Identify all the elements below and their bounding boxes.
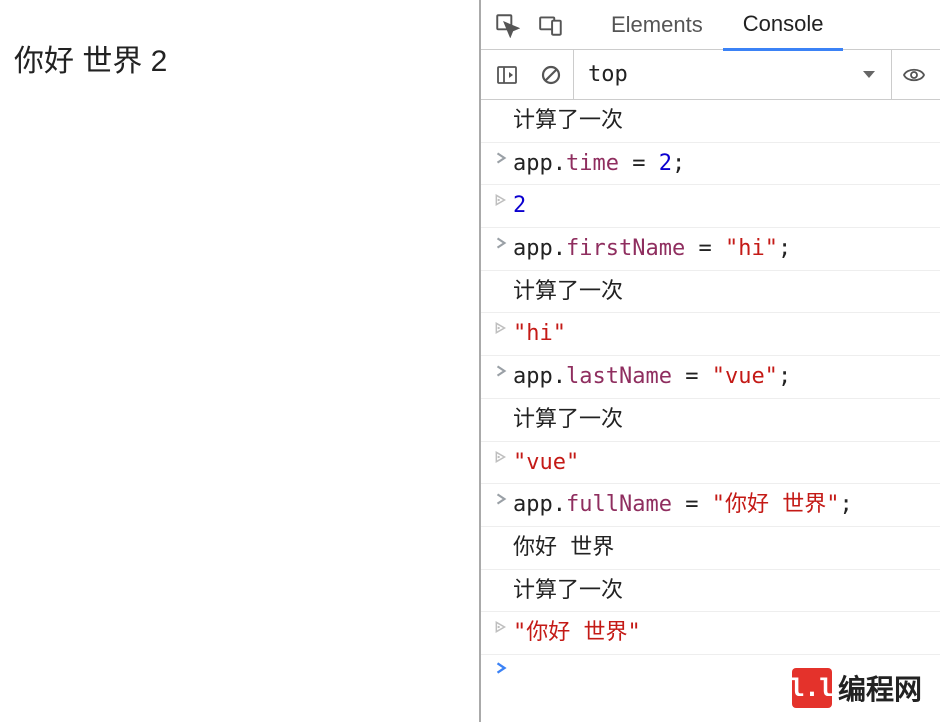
log-gutter [489, 106, 513, 108]
input-content: app.fullName = "你好 世界"; [513, 490, 940, 520]
input-caret-icon [489, 234, 513, 250]
console-row: 2 [481, 185, 940, 228]
tab-console[interactable]: Console [723, 1, 844, 51]
log-gutter [489, 405, 513, 407]
console-row: "vue" [481, 442, 940, 485]
console-row: 计算了一次 [481, 399, 940, 442]
console-row: app.fullName = "你好 世界"; [481, 484, 940, 527]
page-viewport: 你好 世界 2 [0, 0, 481, 722]
result-content: 2 [513, 191, 940, 221]
log-gutter [489, 277, 513, 279]
clear-console-icon[interactable] [529, 50, 573, 100]
log-content: 计算了一次 [513, 405, 940, 435]
watermark: l.l 编程网 [792, 668, 922, 708]
result-caret-icon [489, 191, 513, 207]
input-caret-icon [489, 149, 513, 165]
console-row: 计算了一次 [481, 271, 940, 314]
console-row: 计算了一次 [481, 100, 940, 143]
devtools-tabs: Elements Console [481, 0, 940, 50]
console-toolbar: top [481, 50, 940, 100]
log-content: 计算了一次 [513, 106, 940, 136]
page-content: 你好 世界 2 [14, 36, 479, 80]
watermark-logo-icon: l.l [792, 668, 832, 708]
console-row: 计算了一次 [481, 570, 940, 613]
result-caret-icon [489, 618, 513, 634]
log-gutter [489, 576, 513, 578]
device-toggle-icon[interactable] [529, 0, 573, 50]
result-content: "hi" [513, 319, 940, 349]
input-content: app.firstName = "hi"; [513, 234, 940, 264]
console-row: app.firstName = "hi"; [481, 228, 940, 271]
console-row: app.time = 2; [481, 143, 940, 186]
result-caret-icon [489, 448, 513, 464]
tab-elements[interactable]: Elements [591, 0, 723, 50]
result-content: "你好 世界" [513, 618, 940, 648]
prompt-caret-icon [489, 661, 513, 675]
context-selector[interactable]: top [573, 50, 892, 100]
input-caret-icon [489, 362, 513, 378]
input-content: app.time = 2; [513, 149, 940, 179]
sidebar-toggle-icon[interactable] [485, 50, 529, 100]
watermark-text: 编程网 [838, 668, 922, 708]
inspect-element-icon[interactable] [485, 0, 529, 50]
eye-icon[interactable] [892, 50, 936, 100]
result-content: "vue" [513, 448, 940, 478]
log-content: 计算了一次 [513, 576, 940, 606]
chevron-down-icon [861, 62, 877, 87]
devtools-panel: Elements Console top 计算了一次 app.time = 2; 2… [481, 0, 940, 722]
log-content: 计算了一次 [513, 277, 940, 307]
console-row: "你好 世界" [481, 612, 940, 655]
context-selector-label: top [588, 62, 628, 87]
log-gutter [489, 533, 513, 535]
console-row: 你好 世界 [481, 527, 940, 570]
log-content: 你好 世界 [513, 533, 940, 563]
console-row: app.lastName = "vue"; [481, 356, 940, 399]
input-content: app.lastName = "vue"; [513, 362, 940, 392]
result-caret-icon [489, 319, 513, 335]
console-log[interactable]: 计算了一次 app.time = 2; 2 app.firstName = "hi";… [481, 100, 940, 722]
console-row: "hi" [481, 313, 940, 356]
input-caret-icon [489, 490, 513, 506]
